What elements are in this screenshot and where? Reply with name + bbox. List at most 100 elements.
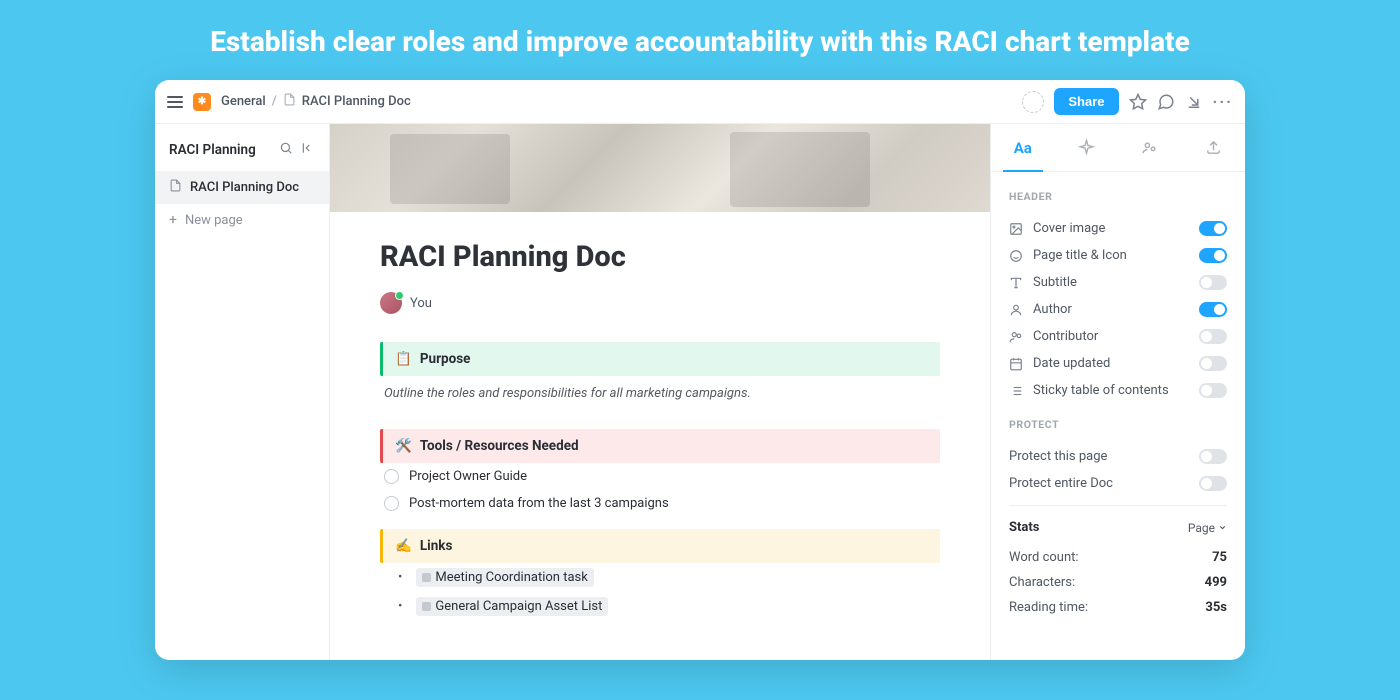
links-emoji-icon: ✍️	[395, 538, 412, 554]
purpose-emoji-icon: 📋	[395, 351, 412, 367]
block-links-heading: Links	[420, 538, 453, 554]
doc-icon	[283, 93, 296, 110]
block-links-head[interactable]: ✍️ Links	[380, 529, 940, 563]
share-button[interactable]: Share	[1054, 88, 1118, 115]
stat-row: Reading time: 35s	[1009, 595, 1227, 620]
breadcrumb-sep: /	[272, 94, 277, 109]
doc-icon	[169, 179, 182, 196]
sidebar-title: RACI Planning	[169, 142, 271, 158]
stat-val: 75	[1212, 550, 1227, 565]
star-icon[interactable]	[1129, 93, 1147, 111]
block-tools-head[interactable]: 🛠️ Tools / Resources Needed	[380, 429, 940, 463]
row-label: Protect entire Doc	[1009, 476, 1190, 491]
collapse-icon[interactable]	[301, 140, 315, 159]
toggle-contributor[interactable]	[1199, 329, 1227, 344]
check-label: Project Owner Guide	[409, 469, 527, 484]
check-item[interactable]: Post-mortem data from the last 3 campaig…	[380, 490, 940, 517]
toggle-author[interactable]	[1199, 302, 1227, 317]
check-label: Post-mortem data from the last 3 campaig…	[409, 496, 669, 511]
row-label: Page title & Icon	[1033, 248, 1190, 263]
page-title[interactable]: RACI Planning Doc	[380, 240, 940, 274]
stat-key: Characters:	[1009, 575, 1075, 590]
link-item[interactable]: Meeting Coordination task	[380, 563, 940, 592]
checkbox-icon[interactable]	[384, 469, 399, 484]
toggle-protect-doc[interactable]	[1199, 476, 1227, 491]
sidebar-new-page[interactable]: + New page	[155, 204, 329, 236]
breadcrumb-workspace[interactable]: General	[221, 94, 266, 109]
tab-text[interactable]: Aa	[991, 124, 1055, 171]
stats-scope[interactable]: Page	[1188, 521, 1227, 535]
cover-image[interactable]	[330, 124, 990, 212]
link-label: General Campaign Asset List	[435, 599, 602, 614]
smile-icon	[1009, 249, 1024, 263]
block-purpose-head[interactable]: 📋 Purpose	[380, 342, 940, 376]
row-date: Date updated	[1009, 350, 1227, 377]
row-subtitle: Subtitle	[1009, 269, 1227, 296]
link-tag-icon	[422, 573, 431, 582]
sidebar: RACI Planning RACI Planning Doc +	[155, 124, 330, 660]
row-label: Subtitle	[1033, 275, 1190, 290]
divider	[1009, 505, 1227, 506]
image-icon	[1009, 222, 1024, 236]
sidebar-new-label: New page	[185, 213, 243, 228]
stat-row: Word count: 75	[1009, 545, 1227, 570]
stats-title: Stats	[1009, 520, 1039, 535]
topbar: ✱ General / RACI Planning Doc Share ··	[155, 80, 1245, 124]
tab-style[interactable]	[1055, 124, 1119, 171]
row-toc: Sticky table of contents	[1009, 377, 1227, 404]
tab-collab[interactable]	[1118, 124, 1182, 171]
author-name: You	[410, 296, 432, 311]
panel-tabs: Aa	[991, 124, 1245, 172]
row-protect-doc: Protect entire Doc	[1009, 470, 1227, 497]
row-author: Author	[1009, 296, 1227, 323]
link-item[interactable]: General Campaign Asset List	[380, 592, 940, 621]
presence-icon[interactable]	[1022, 91, 1044, 113]
toggle-cover[interactable]	[1199, 221, 1227, 236]
sidebar-item-doc[interactable]: RACI Planning Doc	[155, 171, 329, 204]
avatar[interactable]	[380, 292, 402, 314]
toggle-date[interactable]	[1199, 356, 1227, 371]
row-title-icon: Page title & Icon	[1009, 242, 1227, 269]
menu-icon[interactable]	[167, 96, 183, 108]
block-links: ✍️ Links Meeting Coordination task Gener…	[380, 529, 940, 621]
breadcrumb-doc[interactable]: RACI Planning Doc	[302, 94, 411, 109]
main: RACI Planning Doc You 📋 Purpose Outline …	[330, 124, 990, 660]
section-header-title: HEADER	[1009, 190, 1227, 203]
link-label: Meeting Coordination task	[435, 570, 587, 585]
stat-val: 35s	[1205, 600, 1227, 615]
row-label: Protect this page	[1009, 449, 1190, 464]
block-purpose-heading: Purpose	[420, 351, 471, 367]
check-item[interactable]: Project Owner Guide	[380, 463, 940, 490]
stat-row: Characters: 499	[1009, 570, 1227, 595]
row-label: Contributor	[1033, 329, 1190, 344]
toggle-protect-page[interactable]	[1199, 449, 1227, 464]
comment-icon[interactable]	[1157, 93, 1175, 111]
toggle-title[interactable]	[1199, 248, 1227, 263]
tools-emoji-icon: 🛠️	[395, 438, 412, 454]
workspace-icon[interactable]: ✱	[193, 93, 211, 111]
row-contributor: Contributor	[1009, 323, 1227, 350]
breadcrumb: General / RACI Planning Doc	[221, 93, 411, 110]
link-tag-icon	[422, 602, 431, 611]
download-icon[interactable]	[1185, 93, 1203, 111]
row-label: Sticky table of contents	[1033, 383, 1190, 398]
users-icon	[1009, 330, 1024, 344]
toggle-subtitle[interactable]	[1199, 275, 1227, 290]
marketing-tagline: Establish clear roles and improve accoun…	[60, 25, 1340, 58]
stat-key: Word count:	[1009, 550, 1079, 565]
text-icon	[1009, 276, 1024, 290]
more-icon[interactable]: ···	[1213, 92, 1233, 111]
chevron-down-icon	[1218, 523, 1227, 532]
right-panel: Aa HEADER Cover image	[990, 124, 1245, 660]
calendar-icon	[1009, 357, 1024, 371]
section-protect-title: PROTECT	[1009, 418, 1227, 431]
purpose-text[interactable]: Outline the roles and responsibilities f…	[380, 376, 940, 417]
toggle-toc[interactable]	[1199, 383, 1227, 398]
checkbox-icon[interactable]	[384, 496, 399, 511]
row-label: Author	[1033, 302, 1190, 317]
row-label: Date updated	[1033, 356, 1190, 371]
block-tools-heading: Tools / Resources Needed	[420, 438, 579, 454]
row-protect-page: Protect this page	[1009, 443, 1227, 470]
search-icon[interactable]	[279, 140, 293, 159]
tab-export[interactable]	[1182, 124, 1246, 171]
